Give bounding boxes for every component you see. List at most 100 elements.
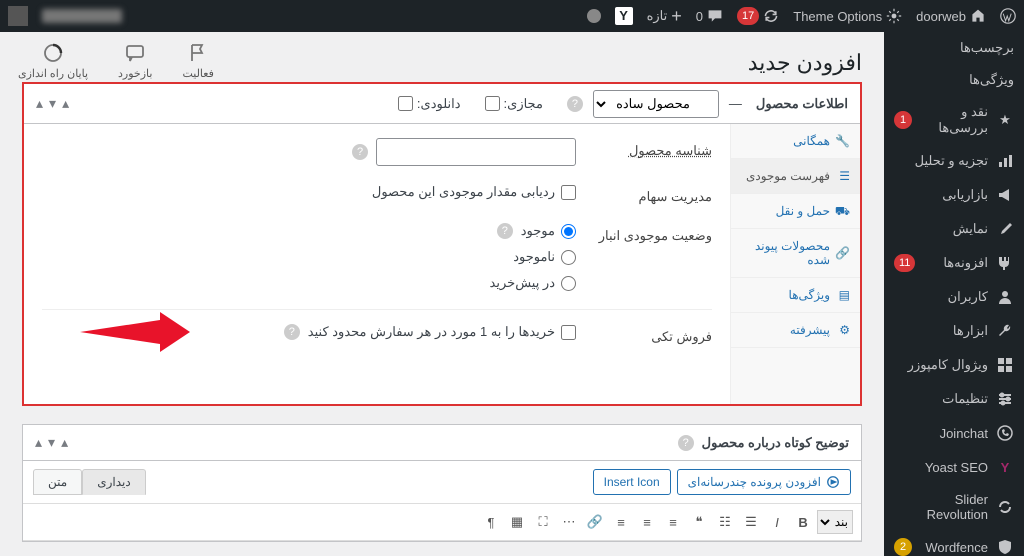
yoast-status[interactable]	[587, 9, 601, 23]
feedback-button[interactable]: بازخورد	[110, 38, 160, 84]
downloadable-checkbox[interactable]	[398, 96, 413, 111]
tab-shipping[interactable]: ⛟حمل و نقل	[731, 194, 860, 229]
tab-general[interactable]: 🔧همگانی	[731, 124, 860, 159]
sliders-icon	[996, 390, 1014, 408]
outofstock-radio-wrap[interactable]: ناموجود	[513, 249, 576, 265]
badge: 11	[894, 254, 915, 272]
sidebar-label: بازاریابی	[942, 187, 988, 203]
help-icon[interactable]: ?	[284, 324, 300, 340]
sidebar-item-marketing[interactable]: بازاریابی	[884, 178, 1024, 212]
stock-status-label: وضعیت موجودی انبار	[592, 223, 712, 244]
sidebar-item-attributes[interactable]: ویژگی‌ها	[884, 64, 1024, 96]
sidebar-label: Wordfence	[925, 540, 988, 555]
new-content-link[interactable]: +تازه	[647, 7, 682, 25]
main-content: فعالیت بازخورد پایان راه اندازی افزودن ج…	[0, 32, 884, 556]
align-right-button[interactable]: ≡	[661, 510, 685, 534]
insert-icon-button[interactable]: Insert Icon	[593, 469, 671, 495]
sold-individually-check-wrap[interactable]: خریدها را به 1 مورد در هر سفارش محدود کن…	[308, 324, 576, 340]
sidebar-item-analytics[interactable]: تجزیه و تحلیل	[884, 144, 1024, 178]
toggle-collapse-icon[interactable]: ▴	[36, 95, 43, 112]
visual-tab[interactable]: دیداری	[82, 469, 146, 495]
help-icon[interactable]: ?	[678, 435, 694, 451]
sidebar-item-plugins[interactable]: افزونه‌ها11	[884, 246, 1024, 280]
number-list-button[interactable]: ☷	[713, 510, 737, 534]
manage-stock-checkbox[interactable]	[561, 185, 576, 200]
admin-sidebar: برچسب‌ها ویژگی‌ها ★نقد و بررسی‌ها1 تجزیه…	[884, 32, 1024, 556]
sidebar-item-vc[interactable]: ویژوال کامپوزر	[884, 348, 1024, 382]
toggle-down-icon[interactable]: ▾	[48, 434, 55, 451]
text-tab[interactable]: متن	[33, 469, 82, 495]
updates-link[interactable]: 17	[737, 7, 779, 25]
help-icon[interactable]: ?	[567, 96, 583, 112]
insert-icon-label: Insert Icon	[604, 475, 660, 489]
quote-button[interactable]: ❝	[687, 510, 711, 534]
tab-linked[interactable]: 🔗محصولات پیوند شده	[731, 229, 860, 278]
sidebar-label: برچسب‌ها	[960, 40, 1014, 56]
megaphone-icon	[996, 186, 1014, 204]
shield-icon	[996, 538, 1014, 556]
finish-setup-button[interactable]: پایان راه اندازی	[10, 38, 96, 84]
add-media-label: افزودن پرونده چندرسانه‌ای	[688, 475, 821, 489]
help-icon[interactable]: ?	[352, 144, 368, 160]
sidebar-item-wordfence[interactable]: Wordfence2	[884, 530, 1024, 556]
virtual-checkbox[interactable]	[485, 96, 500, 111]
bullet-list-button[interactable]: ☰	[739, 510, 763, 534]
backorder-radio[interactable]	[561, 276, 576, 291]
dash-separator: —	[729, 96, 742, 111]
sidebar-label: نمایش	[953, 221, 988, 237]
pilcrow-button[interactable]: ¶	[479, 510, 503, 534]
downloadable-label: دانلودی:	[417, 96, 461, 112]
sold-individually-checkbox[interactable]	[561, 325, 576, 340]
toggle-collapse-icon[interactable]: ▴	[35, 434, 42, 451]
sidebar-item-users[interactable]: کاربران	[884, 280, 1024, 314]
site-link[interactable]: doorweb	[916, 8, 986, 24]
virtual-checkbox-wrap[interactable]: مجازی:	[485, 96, 543, 112]
sidebar-item-tools[interactable]: ابزارها	[884, 314, 1024, 348]
toolbar-toggle-button[interactable]: ▦	[505, 510, 529, 534]
fullscreen-button[interactable]: ⛶	[531, 510, 555, 534]
sidebar-label: کاربران	[948, 289, 988, 305]
backorder-radio-wrap[interactable]: در پیش‌خرید	[490, 275, 576, 291]
tab-inventory[interactable]: ☰فهرست موجودی	[731, 159, 860, 194]
plug-icon	[996, 254, 1014, 272]
toggle-up-icon[interactable]: ▴	[62, 95, 69, 112]
short-desc-title: توضیح کوتاه درباره محصول	[702, 435, 849, 451]
sidebar-label: Slider Revolution	[894, 492, 988, 522]
sidebar-item-tags[interactable]: برچسب‌ها	[884, 32, 1024, 64]
sidebar-item-yoast[interactable]: YYoast SEO	[884, 450, 1024, 484]
paragraph-select[interactable]: بند	[817, 510, 853, 534]
user-avatar[interactable]	[8, 6, 28, 26]
instock-radio[interactable]	[561, 224, 576, 239]
sidebar-item-appearance[interactable]: نمایش	[884, 212, 1024, 246]
tab-attributes[interactable]: ▤ویژگی‌ها	[731, 278, 860, 313]
sidebar-item-slider[interactable]: Slider Revolution	[884, 484, 1024, 530]
outofstock-radio[interactable]	[561, 250, 576, 265]
comments-link[interactable]: 0	[696, 8, 723, 24]
tab-advanced[interactable]: ⚙پیشرفته	[731, 313, 860, 348]
editor-media-row: افزودن پرونده چندرسانه‌ای Insert Icon دی…	[23, 461, 861, 504]
align-left-button[interactable]: ≡	[609, 510, 633, 534]
sidebar-item-joinchat[interactable]: Joinchat	[884, 416, 1024, 450]
link-button[interactable]: 🔗	[583, 510, 607, 534]
activity-button[interactable]: فعالیت	[174, 38, 221, 84]
align-center-button[interactable]: ≡	[635, 510, 659, 534]
bold-button[interactable]: B	[791, 510, 815, 534]
sidebar-item-settings[interactable]: تنظیمات	[884, 382, 1024, 416]
theme-options-link[interactable]: Theme Options	[793, 8, 902, 24]
more-button[interactable]: ⋯	[557, 510, 581, 534]
italic-button[interactable]: I	[765, 510, 789, 534]
toggle-down-icon[interactable]: ▾	[49, 95, 56, 112]
manage-stock-check-wrap[interactable]: ردیابی مقدار موجودی این محصول	[372, 184, 576, 200]
sidebar-item-reviews[interactable]: ★نقد و بررسی‌ها1	[884, 96, 1024, 144]
product-data-title: اطلاعات محصول	[756, 96, 848, 112]
add-media-button[interactable]: افزودن پرونده چندرسانه‌ای	[677, 469, 851, 495]
help-icon[interactable]: ?	[497, 223, 513, 239]
metabox-toggle: ▴ ▾ ▴	[36, 95, 69, 112]
downloadable-checkbox-wrap[interactable]: دانلودی:	[398, 96, 461, 112]
yoast-topbar[interactable]: Y	[615, 7, 633, 25]
sku-input[interactable]	[376, 138, 576, 166]
product-type-select[interactable]: محصول ساده	[593, 90, 719, 118]
instock-radio-wrap[interactable]: موجود	[521, 223, 576, 239]
toggle-up-icon[interactable]: ▴	[61, 434, 68, 451]
wp-logo[interactable]	[1000, 8, 1016, 24]
